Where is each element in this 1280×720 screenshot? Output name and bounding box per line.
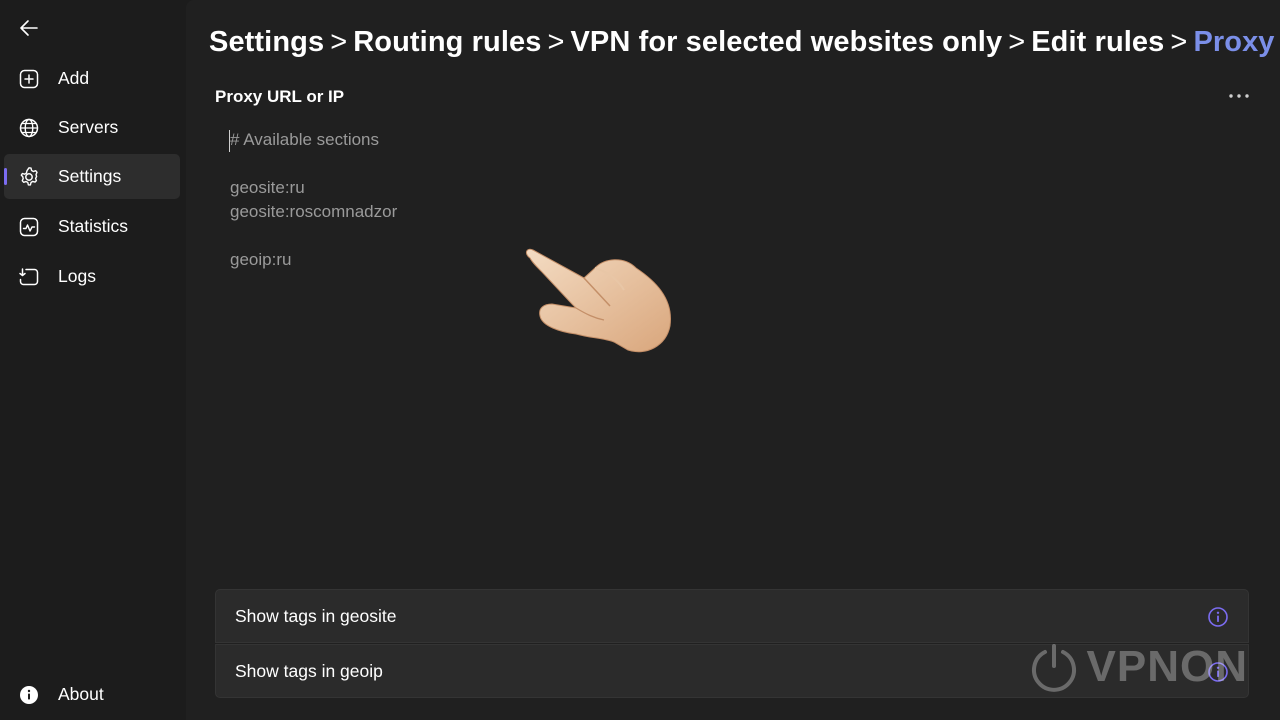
vpnon-watermark: VPNON	[1029, 642, 1248, 692]
main-content: Settings > Routing rules > VPN for selected …	[186, 0, 1280, 720]
sidebar-item-label: Settings	[58, 166, 122, 186]
more-options-button[interactable]	[1224, 84, 1254, 108]
sidebar-item-label: About	[58, 684, 104, 704]
sidebar-item-logs[interactable]: Logs	[4, 254, 180, 299]
editor-line: geoip:ru	[230, 250, 292, 269]
sidebar-item-label: Statistics	[58, 216, 129, 236]
editor-line: geosite:ru	[230, 178, 305, 197]
breadcrumb-item[interactable]: Edit rules	[1031, 26, 1164, 58]
breadcrumb-item[interactable]: VPN for selected websites only	[570, 26, 1002, 58]
back-arrow-icon	[20, 20, 38, 36]
add-square-icon	[18, 68, 40, 90]
sidebar-item-add[interactable]: Add	[4, 56, 180, 101]
action-label: Show tags in geosite	[235, 605, 397, 626]
sidebar-item-label: Add	[58, 68, 90, 88]
power-icon	[1031, 644, 1076, 692]
chart-icon	[18, 216, 40, 238]
sidebar-item-about[interactable]: About	[4, 672, 180, 717]
logs-icon	[18, 266, 40, 288]
breadcrumb-current: Proxy	[1193, 26, 1275, 58]
globe-icon	[18, 117, 40, 139]
breadcrumb-item[interactable]: Settings	[209, 26, 324, 58]
editor-line: geosite:roscomnadzor	[230, 202, 398, 221]
breadcrumb-separator: >	[330, 26, 348, 58]
info-icon	[18, 684, 40, 706]
breadcrumb-separator: >	[1008, 26, 1026, 58]
active-indicator	[4, 168, 7, 185]
breadcrumb-separator: >	[547, 26, 565, 58]
breadcrumb-item[interactable]: Routing rules	[353, 26, 541, 58]
more-dots-icon	[1229, 94, 1249, 98]
action-label: Show tags in geoip	[235, 660, 383, 681]
sidebar-item-servers[interactable]: Servers	[4, 105, 180, 150]
show-tags-geosite-button[interactable]: Show tags in geosite	[215, 589, 1249, 643]
sidebar-item-label: Servers	[58, 117, 119, 137]
rules-editor[interactable]: # Available sections geosite:ru geosite:…	[215, 118, 1250, 578]
editor-line: # Available sections	[230, 130, 380, 149]
gear-icon	[18, 166, 40, 188]
breadcrumb: Settings > Routing rules > VPN for selected …	[209, 26, 1275, 59]
sidebar-item-settings[interactable]: Settings	[4, 154, 180, 199]
proxy-url-label: Proxy URL or IP	[215, 87, 345, 106]
breadcrumb-separator: >	[1170, 26, 1188, 58]
back-button[interactable]	[12, 12, 46, 44]
sidebar: Add Servers Settings Statistics Logs Abo…	[0, 0, 186, 720]
watermark-text: VPNON	[1086, 642, 1248, 691]
sidebar-item-statistics[interactable]: Statistics	[4, 204, 180, 249]
sidebar-item-label: Logs	[58, 266, 96, 286]
pointing-hand-icon	[525, 248, 671, 353]
info-icon[interactable]	[1207, 606, 1229, 628]
